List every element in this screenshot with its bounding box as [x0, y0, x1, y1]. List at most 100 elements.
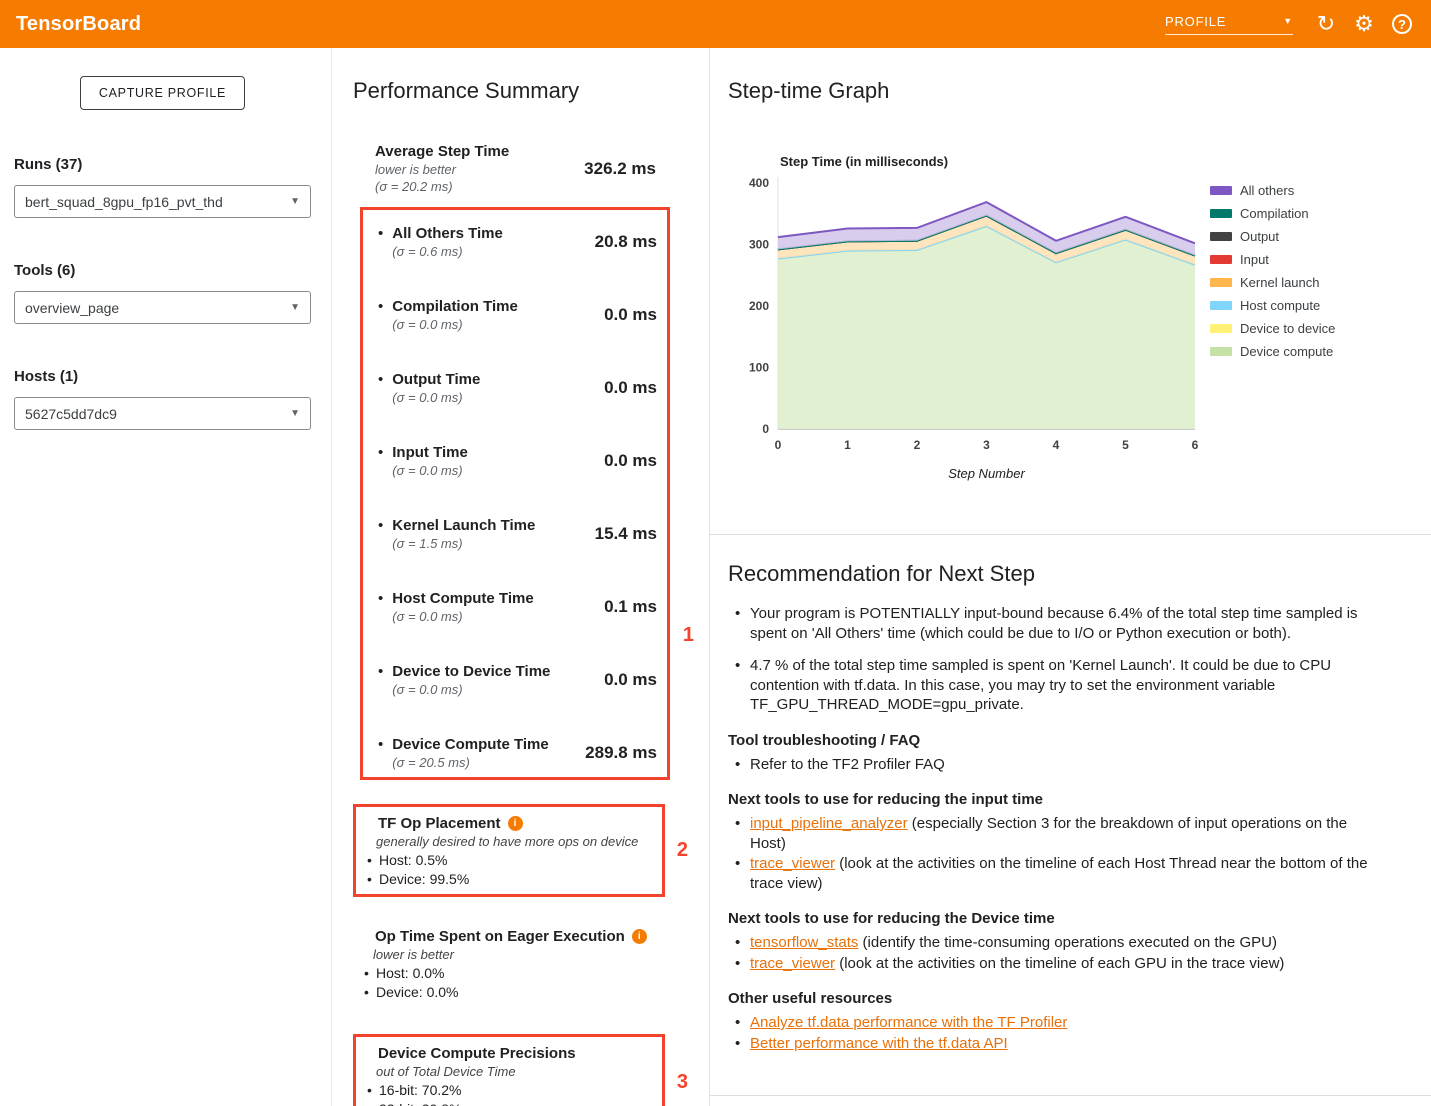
metric-row: • Compilation Time (σ = 0.0 ms) 0.0 ms	[376, 297, 657, 333]
chart-legend: All others Compilation Output Input Kernel l…	[1210, 183, 1335, 359]
svg-text:4: 4	[1053, 438, 1060, 452]
legend-swatch	[1210, 232, 1232, 241]
svg-text:0: 0	[762, 422, 769, 436]
recommendation-bullets: Your program is POTENTIALLY input-bound …	[728, 604, 1386, 715]
link[interactable]: Analyze tf.data performance with the TF …	[750, 1014, 1067, 1031]
metric-sigma: (σ = 0.0 ms)	[392, 681, 550, 698]
list-item: Analyze tf.data performance with the TF …	[728, 1013, 1386, 1033]
metric-sigma: (σ = 0.0 ms)	[392, 608, 533, 625]
legend-swatch	[1210, 186, 1232, 195]
legend-label: Input	[1240, 252, 1269, 267]
link[interactable]: Better performance with the tf.data API	[750, 1035, 1008, 1052]
capture-profile-button[interactable]: CAPTURE PROFILE	[80, 76, 245, 110]
legend-label: Host compute	[1240, 298, 1320, 313]
resources-list: Analyze tf.data performance with the TF …	[728, 1013, 1386, 1053]
legend-item: Kernel launch	[1210, 275, 1335, 290]
device-precisions-list: 16-bit: 70.2%32-bit: 29.8%	[366, 1081, 652, 1106]
settings-button[interactable]: ⚙	[1345, 5, 1383, 43]
legend-item: Output	[1210, 229, 1335, 244]
help-button[interactable]: ?	[1383, 5, 1421, 43]
legend-item: Device compute	[1210, 344, 1335, 359]
recommendation-section: Recommendation for Next Step Your progra…	[710, 535, 1431, 1096]
recommendation-bullet: 4.7 % of the total step time sampled is …	[728, 656, 1386, 715]
metric-sigma: (σ = 0.6 ms)	[392, 243, 503, 260]
eager-execution-list: Host: 0.0%Device: 0.0%	[363, 964, 655, 1002]
main-panel: Step-time Graph Step Time (in millisecon…	[710, 48, 1431, 1106]
metric-label: Compilation Time	[392, 297, 518, 316]
input-tools-heading: Next tools to use for reducing the input…	[728, 791, 1386, 808]
list-item: Host: 0.5%	[366, 851, 652, 870]
list-item: Device: 0.0%	[363, 983, 655, 1002]
bullet: •	[378, 589, 383, 625]
recommendation-bullet: Your program is POTENTIALLY input-bound …	[728, 604, 1386, 643]
annotation-3: 3	[677, 1071, 688, 1094]
list-item: tensorflow_stats (identify the time-cons…	[728, 933, 1386, 953]
recommendation-title: Recommendation for Next Step	[728, 561, 1386, 587]
info-icon[interactable]: i	[632, 929, 647, 944]
tf-op-placement-list: Host: 0.5%Device: 99.5%	[366, 851, 652, 889]
legend-swatch	[1210, 324, 1232, 333]
tools-select[interactable]: overview_page ▼	[14, 291, 311, 324]
chart-row: 01002003004000123456Step Number All othe…	[728, 169, 1431, 484]
reload-icon: ↻	[1317, 11, 1335, 37]
metric-label: Kernel Launch Time	[392, 516, 535, 535]
reload-button[interactable]: ↻	[1307, 5, 1345, 43]
dashboard-selector[interactable]: PROFILE ▼	[1165, 14, 1293, 35]
bullet: •	[378, 224, 383, 260]
metric-sigma: (σ = 0.0 ms)	[392, 389, 480, 406]
hosts-select[interactable]: 5627c5dd7dc9 ▼	[14, 397, 311, 430]
metric-value: 0.0 ms	[604, 305, 657, 325]
eager-execution-title: Op Time Spent on Eager Execution	[375, 927, 625, 946]
metric-row: • Device Compute Time (σ = 20.5 ms) 289.…	[376, 735, 657, 771]
metric-label: All Others Time	[392, 224, 503, 243]
list-item: trace_viewer (look at the activities on …	[728, 854, 1386, 893]
link[interactable]: trace_viewer	[750, 955, 835, 972]
list-item: trace_viewer (look at the activities on …	[728, 954, 1386, 974]
app-title: TensorBoard	[16, 13, 141, 36]
list-item: Better performance with the tf.data API	[728, 1034, 1386, 1054]
svg-text:100: 100	[749, 361, 769, 375]
text: (identify the time-consuming operations …	[858, 934, 1277, 951]
metric-sigma: (σ = 0.0 ms)	[392, 316, 518, 333]
legend-item: Compilation	[1210, 206, 1335, 221]
list-item: 32-bit: 29.8%	[366, 1100, 652, 1106]
metric-label: Input Time	[392, 443, 468, 462]
legend-swatch	[1210, 301, 1232, 310]
tf-op-placement-title: TF Op Placement	[378, 814, 501, 833]
svg-text:400: 400	[749, 176, 769, 190]
performance-summary-title: Performance Summary	[353, 78, 693, 104]
runs-select[interactable]: bert_squad_8gpu_fp16_pvt_thd ▼	[14, 185, 311, 218]
legend-label: Device to device	[1240, 321, 1335, 336]
device-tools-heading: Next tools to use for reducing the Devic…	[728, 910, 1386, 927]
legend-swatch	[1210, 209, 1232, 218]
svg-text:1: 1	[844, 438, 851, 452]
tf-op-placement-note: generally desired to have more ops on de…	[376, 833, 652, 850]
legend-label: Device compute	[1240, 344, 1333, 359]
chevron-down-icon: ▼	[290, 408, 300, 419]
legend-label: Output	[1240, 229, 1279, 244]
link[interactable]: input_pipeline_analyzer	[750, 815, 908, 832]
runs-label: Runs (37)	[14, 156, 311, 173]
metric-sigma: (σ = 20.2 ms)	[375, 178, 509, 195]
legend-label: All others	[1240, 183, 1294, 198]
metric-label: Device to Device Time	[392, 662, 550, 681]
annotation-2: 2	[677, 839, 688, 862]
legend-item: Input	[1210, 252, 1335, 267]
link[interactable]: trace_viewer	[750, 855, 835, 872]
metric-value: 15.4 ms	[595, 524, 657, 544]
metric-row: • Kernel Launch Time (σ = 1.5 ms) 15.4 m…	[376, 516, 657, 552]
step-time-breakdown-box: • All Others Time (σ = 0.6 ms) 20.8 ms •…	[360, 207, 670, 780]
input-tools-list: input_pipeline_analyzer (especially Sect…	[728, 814, 1386, 893]
tools-select-value: overview_page	[25, 300, 119, 316]
metric-note: lower is better	[375, 161, 509, 178]
chevron-down-icon: ▼	[290, 196, 300, 207]
metric-value: 0.0 ms	[604, 670, 657, 690]
runs-select-value: bert_squad_8gpu_fp16_pvt_thd	[25, 194, 223, 210]
legend-item: Device to device	[1210, 321, 1335, 336]
text: (look at the activities on the timeline …	[750, 855, 1368, 892]
device-precisions-note: out of Total Device Time	[376, 1063, 652, 1080]
metric-label: Host Compute Time	[392, 589, 533, 608]
metric-sigma: (σ = 0.0 ms)	[392, 462, 468, 479]
info-icon[interactable]: i	[508, 816, 523, 831]
link[interactable]: tensorflow_stats	[750, 934, 858, 951]
